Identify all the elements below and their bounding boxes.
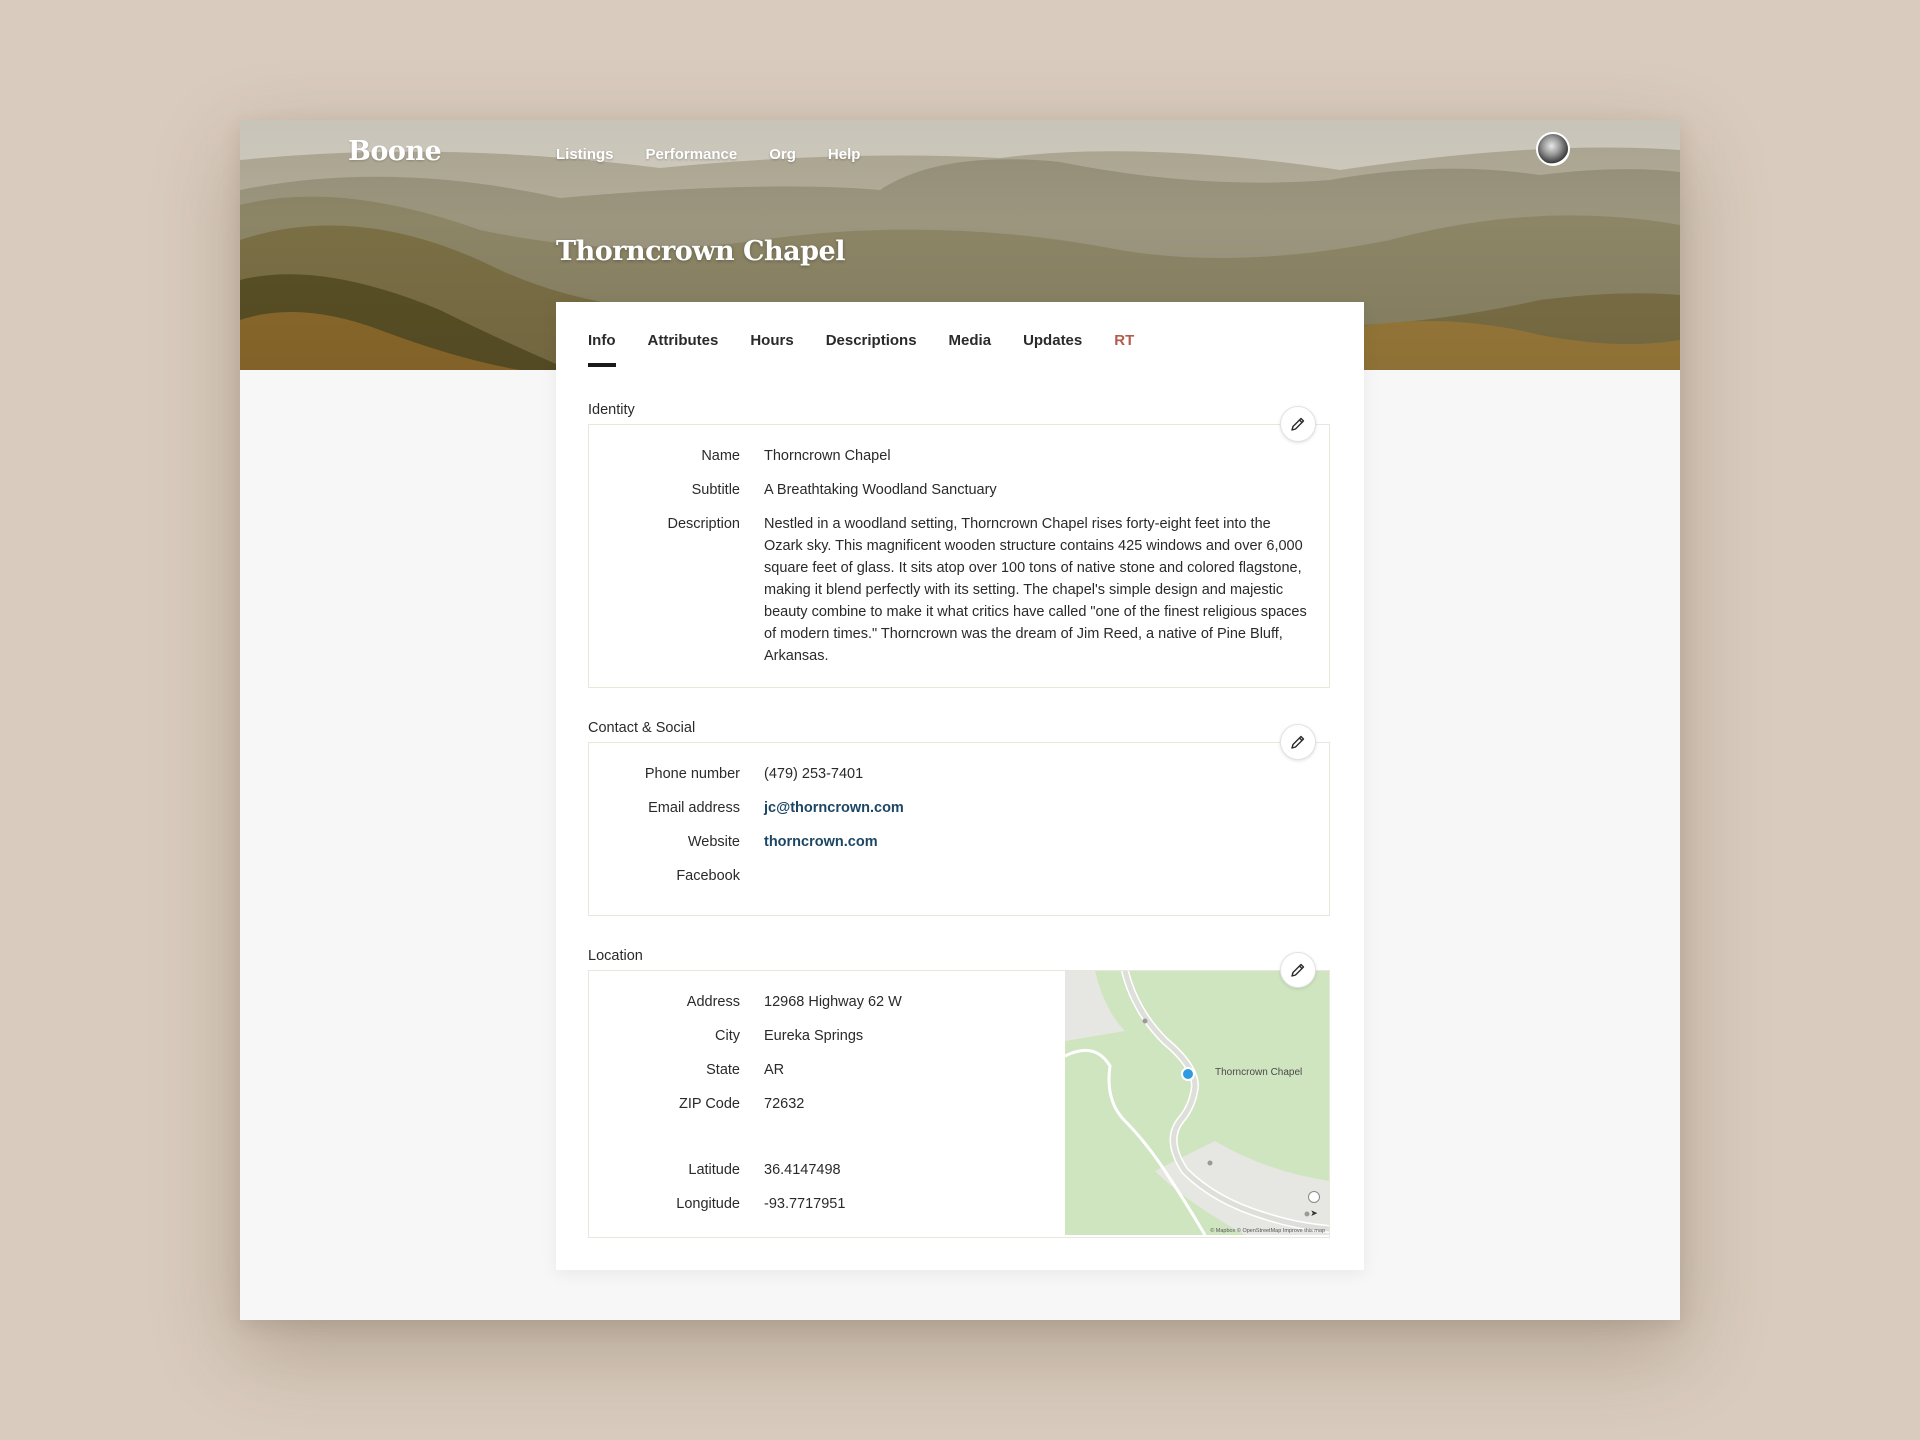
- location-section-title: Location: [588, 948, 643, 964]
- phone-row: Phone number (479) 253-7401: [589, 763, 863, 785]
- tab-info[interactable]: Info: [588, 332, 616, 367]
- location-panel: Address 12968 Highway 62 W City Eureka S…: [588, 970, 1330, 1238]
- edit-contact-button[interactable]: [1280, 724, 1316, 760]
- city-row: City Eureka Springs: [589, 1025, 863, 1047]
- app-logo[interactable]: Boone: [348, 136, 442, 167]
- facebook-row: Facebook: [589, 865, 764, 887]
- state-label: State: [706, 1062, 740, 1078]
- map-attribution[interactable]: © Mapbox © OpenStreetMap Improve this ma…: [1210, 1228, 1325, 1234]
- nav-performance[interactable]: Performance: [646, 146, 738, 163]
- address-value: 12968 Highway 62 W: [764, 994, 902, 1010]
- nav-org[interactable]: Org: [769, 146, 796, 163]
- website-link[interactable]: thorncrown.com: [764, 831, 878, 853]
- pencil-icon: [1291, 735, 1305, 749]
- edit-location-button[interactable]: [1280, 952, 1316, 988]
- zip-row: ZIP Code 72632: [589, 1093, 804, 1115]
- tab-attributes[interactable]: Attributes: [648, 332, 719, 367]
- phone-label: Phone number: [644, 766, 740, 782]
- edit-identity-button[interactable]: [1280, 406, 1316, 442]
- identity-section-title: Identity: [588, 402, 635, 418]
- location-map[interactable]: Thorncrown Chapel ➤ © Mapbox © OpenStree…: [1065, 971, 1329, 1235]
- state-row: State AR: [589, 1059, 784, 1081]
- listing-card: Info Attributes Hours Descriptions Media…: [556, 302, 1364, 1270]
- app-window: Boone Listings Performance Org Help Thor…: [240, 120, 1680, 1320]
- map-marker-label: Thorncrown Chapel: [1215, 1067, 1303, 1078]
- phone-value: (479) 253-7401: [764, 766, 864, 782]
- contact-panel: Phone number (479) 253-7401 Email addres…: [588, 742, 1330, 916]
- state-value: AR: [764, 1062, 785, 1078]
- city-label: City: [715, 1028, 740, 1044]
- map-canvas: [1065, 971, 1329, 1235]
- name-label: Name: [701, 448, 740, 464]
- identity-panel: Name Thorncrown Chapel Subtitle A Breath…: [588, 424, 1330, 688]
- tab-media[interactable]: Media: [949, 332, 992, 367]
- city-value: Eureka Springs: [764, 1028, 864, 1044]
- tab-descriptions[interactable]: Descriptions: [826, 332, 917, 367]
- top-nav: Listings Performance Org Help: [556, 146, 860, 163]
- name-value: Thorncrown Chapel: [764, 448, 891, 464]
- address-row: Address 12968 Highway 62 W: [589, 991, 902, 1013]
- address-label: Address: [686, 994, 740, 1010]
- name-row: Name Thorncrown Chapel: [589, 445, 891, 467]
- description-label: Description: [667, 516, 740, 532]
- website-row: Website thorncrown.com: [589, 831, 878, 853]
- subtitle-label: Subtitle: [691, 482, 740, 498]
- description-row: Description Nestled in a woodland settin…: [589, 513, 1309, 667]
- subtitle-row: Subtitle A Breathtaking Woodland Sanctua…: [589, 479, 997, 501]
- tab-updates[interactable]: Updates: [1023, 332, 1082, 367]
- nav-listings[interactable]: Listings: [556, 146, 614, 163]
- user-avatar[interactable]: [1536, 132, 1570, 166]
- tab-hours[interactable]: Hours: [750, 332, 793, 367]
- email-row: Email address jc@thorncrown.com: [589, 797, 904, 819]
- zip-label: ZIP Code: [679, 1096, 740, 1112]
- latitude-row: Latitude 36.4147498: [589, 1159, 841, 1181]
- subtitle-value: A Breathtaking Woodland Sanctuary: [764, 482, 997, 498]
- email-label: Email address: [648, 800, 740, 816]
- longitude-value: -93.7717951: [764, 1196, 846, 1212]
- map-pin-icon[interactable]: [1181, 1067, 1195, 1081]
- latitude-label: Latitude: [688, 1162, 740, 1178]
- website-label: Website: [687, 834, 740, 850]
- email-link[interactable]: jc@thorncrown.com: [764, 797, 904, 819]
- nav-help[interactable]: Help: [828, 146, 861, 163]
- locate-arrow-icon[interactable]: ➤: [1308, 1207, 1320, 1219]
- pencil-icon: [1291, 963, 1305, 977]
- latitude-value: 36.4147498: [764, 1162, 841, 1178]
- compass-icon[interactable]: [1308, 1191, 1320, 1203]
- zip-value: 72632: [764, 1096, 805, 1112]
- page-title: Thorncrown Chapel: [556, 236, 845, 267]
- pencil-icon: [1291, 417, 1305, 431]
- tab-rt[interactable]: RT: [1114, 332, 1134, 367]
- facebook-label: Facebook: [676, 868, 740, 884]
- longitude-row: Longitude -93.7717951: [589, 1193, 845, 1215]
- tab-bar: Info Attributes Hours Descriptions Media…: [588, 332, 1134, 367]
- longitude-label: Longitude: [676, 1196, 740, 1212]
- description-value: Nestled in a woodland setting, Thorncrow…: [764, 516, 1307, 664]
- contact-section-title: Contact & Social: [588, 720, 696, 736]
